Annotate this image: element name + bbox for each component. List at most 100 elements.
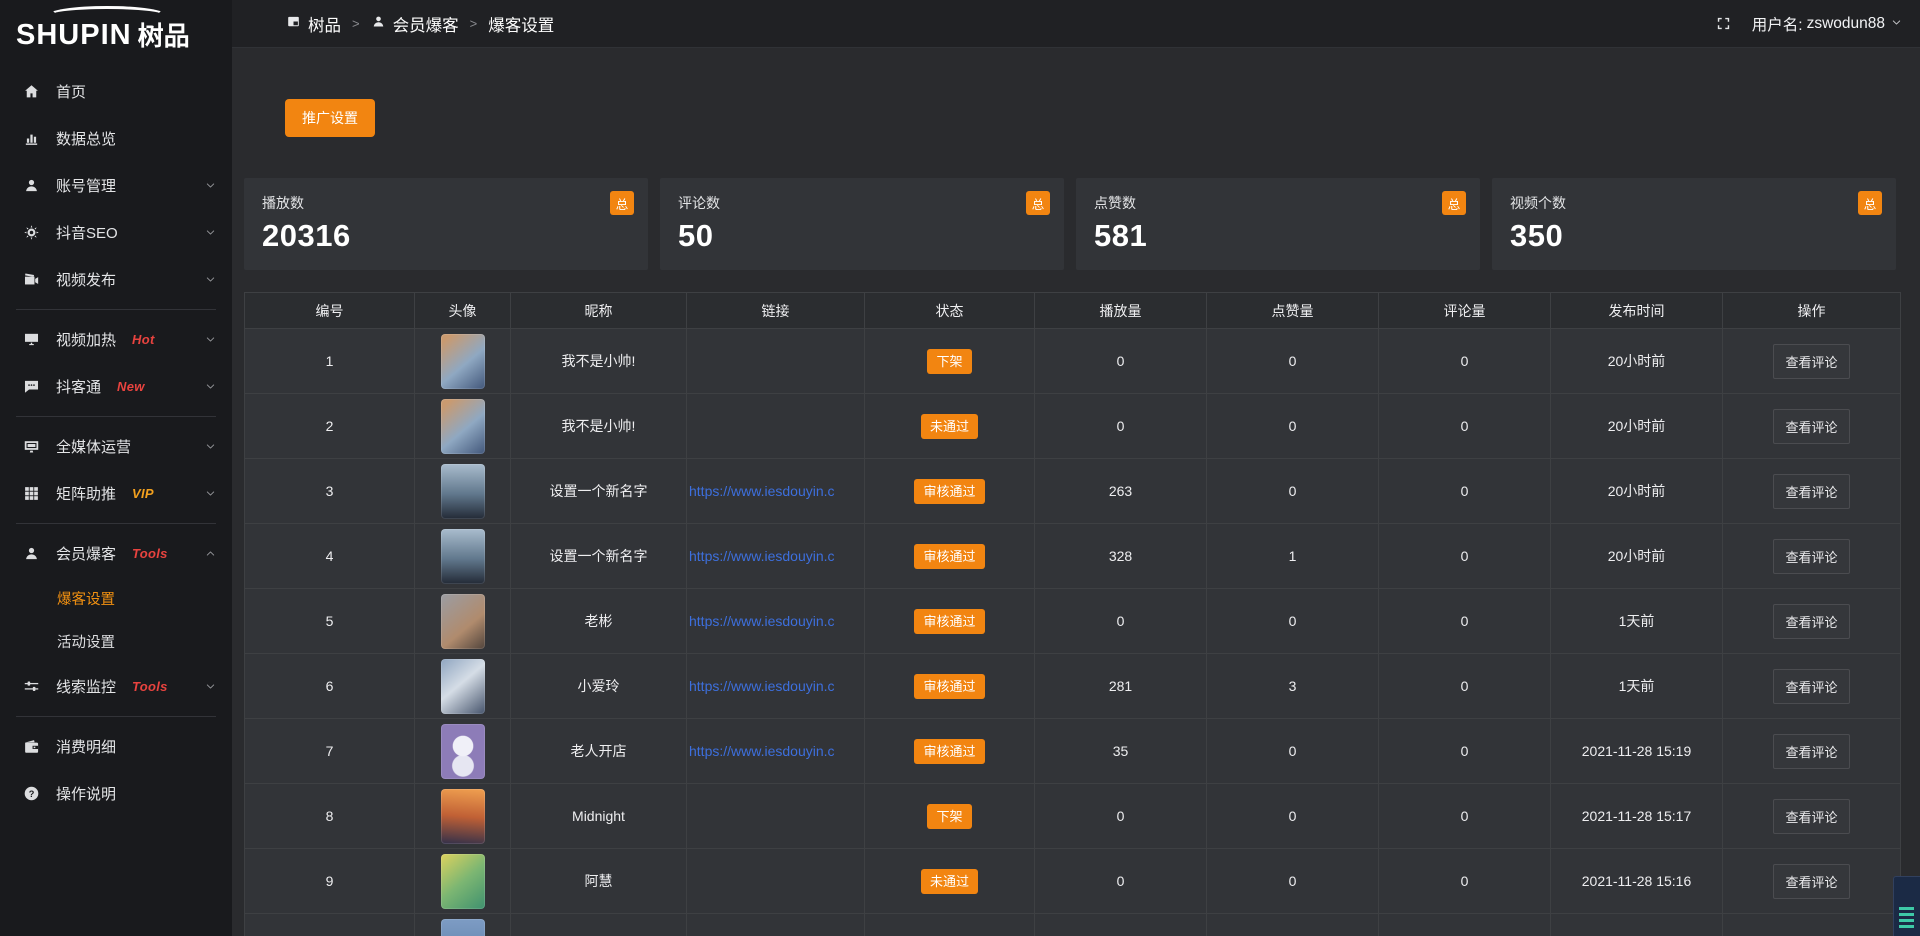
- video-icon: [22, 270, 41, 289]
- sidebar-item-抖音SEO[interactable]: 抖音SEO: [0, 209, 232, 256]
- breadcrumb-item-2[interactable]: 会员爆客: [371, 12, 459, 36]
- chevron-down-icon: [205, 681, 216, 692]
- sliders-icon: [22, 677, 41, 696]
- avatar: [441, 724, 485, 779]
- cell-comments: 0: [1379, 654, 1551, 719]
- sidebar-item-首页[interactable]: 首页: [0, 68, 232, 115]
- table-row: 9阿慧未通过0002021-11-28 15:16查看评论: [245, 849, 1901, 914]
- breadcrumb-label: 会员爆客: [393, 12, 459, 36]
- cell-status: 审核通过: [865, 654, 1035, 719]
- view-comments-button[interactable]: 查看评论: [1773, 734, 1849, 769]
- view-comments-button[interactable]: 查看评论: [1773, 409, 1849, 444]
- sidebar-item-矩阵助推[interactable]: 矩阵助推VIP: [0, 470, 232, 517]
- promo-settings-button[interactable]: 推广设置: [285, 99, 375, 137]
- status-badge: 审核通过: [914, 674, 984, 699]
- cell-publish-time: 2021-11-28 15:19: [1551, 719, 1723, 784]
- chevron-down-icon: [205, 441, 216, 452]
- video-link[interactable]: https://www.iesdouyin.c: [689, 743, 835, 759]
- sidebar-item-label: 抖音SEO: [56, 222, 118, 243]
- sidebar-item-会员爆客[interactable]: 会员爆客Tools: [0, 530, 232, 577]
- cell-status: [865, 914, 1035, 936]
- stat-card-点赞数: 点赞数581总: [1076, 178, 1480, 270]
- breadcrumb-item-3[interactable]: 爆客设置: [488, 12, 554, 36]
- stat-total-badge: 总: [610, 191, 634, 215]
- breadcrumb-separator: >: [470, 16, 478, 31]
- cell-actions: 查看评论: [1723, 784, 1901, 849]
- sidebar-item-账号管理[interactable]: 账号管理: [0, 162, 232, 209]
- sidebar-item-视频发布[interactable]: 视频发布: [0, 256, 232, 303]
- cell-actions: 查看评论: [1723, 654, 1901, 719]
- fullscreen-icon[interactable]: [1715, 15, 1732, 32]
- view-comments-button[interactable]: 查看评论: [1773, 344, 1849, 379]
- view-comments-button[interactable]: 查看评论: [1773, 604, 1849, 639]
- page-icon: [286, 14, 301, 34]
- cell-actions: 查看评论: [1723, 589, 1901, 654]
- chart-icon: [22, 129, 41, 148]
- sidebar-item-全媒体运营[interactable]: 全媒体运营: [0, 423, 232, 470]
- username-label: 用户名:: [1752, 13, 1803, 35]
- column-header-昵称: 昵称: [511, 293, 687, 329]
- cell-avatar: [415, 459, 511, 524]
- cell-likes: 0: [1207, 719, 1379, 784]
- video-link[interactable]: https://www.iesdouyin.c: [689, 548, 835, 564]
- sidebar-item-label: 消费明细: [56, 736, 116, 757]
- chevron-down-icon: [205, 227, 216, 238]
- column-header-编号: 编号: [245, 293, 415, 329]
- video-link[interactable]: https://www.iesdouyin.c: [689, 678, 835, 694]
- stat-total-badge: 总: [1442, 191, 1466, 215]
- cell-plays: 281: [1035, 654, 1207, 719]
- cell-link: [687, 849, 865, 914]
- user-menu[interactable]: 用户名: zswodun88: [1752, 13, 1902, 35]
- sidebar-item-label: 会员爆客: [56, 543, 116, 564]
- cell-id: 4: [245, 524, 415, 589]
- sidebar-subitem-活动设置[interactable]: 活动设置: [0, 620, 232, 663]
- view-comments-button[interactable]: 查看评论: [1773, 474, 1849, 509]
- breadcrumb: 树品>会员爆客>爆客设置: [286, 12, 554, 36]
- sidebar-divider: [16, 416, 216, 417]
- cell-publish-time: 20小时前: [1551, 394, 1723, 459]
- cell-id: 6: [245, 654, 415, 719]
- sidebar-item-线索监控[interactable]: 线索监控Tools: [0, 663, 232, 710]
- stat-card-评论数: 评论数50总: [660, 178, 1064, 270]
- cell-comments: 0: [1379, 394, 1551, 459]
- stat-card-播放数: 播放数20316总: [244, 178, 648, 270]
- cell-id: 8: [245, 784, 415, 849]
- sidebar-item-视频加热[interactable]: 视频加热Hot: [0, 316, 232, 363]
- sidebar-item-数据总览[interactable]: 数据总览: [0, 115, 232, 162]
- cell-avatar: [415, 394, 511, 459]
- sidebar-item-label: 矩阵助推: [56, 483, 116, 504]
- table-row: 6小爱玲https://www.iesdouyin.c审核通过281301天前查…: [245, 654, 1901, 719]
- cell-avatar: [415, 589, 511, 654]
- member-icon: [22, 544, 41, 563]
- sidebar-item-label: 视频加热: [56, 329, 116, 350]
- sidebar-item-操作说明[interactable]: ?操作说明: [0, 770, 232, 817]
- cell-likes: 0: [1207, 784, 1379, 849]
- cell-publish-time: 1天前: [1551, 654, 1723, 719]
- cell-comments: 0: [1379, 524, 1551, 589]
- stat-label: 评论数: [678, 193, 1046, 213]
- sidebar-subitem-爆客设置[interactable]: 爆客设置: [0, 577, 232, 620]
- view-comments-button[interactable]: 查看评论: [1773, 539, 1849, 574]
- video-link[interactable]: https://www.iesdouyin.c: [689, 483, 835, 499]
- stat-card-视频个数: 视频个数350总: [1492, 178, 1896, 270]
- view-comments-button[interactable]: 查看评论: [1773, 799, 1849, 834]
- cell-likes: 1: [1207, 524, 1379, 589]
- screen-icon: [22, 437, 41, 456]
- view-comments-button[interactable]: 查看评论: [1773, 864, 1849, 899]
- grid-icon: [22, 484, 41, 503]
- view-comments-button[interactable]: 查看评论: [1773, 669, 1849, 704]
- sidebar-item-消费明细[interactable]: 消费明细: [0, 723, 232, 770]
- app-logo[interactable]: SHUPIN 树品: [0, 0, 232, 58]
- floating-helper-widget[interactable]: [1893, 876, 1920, 936]
- cell-actions: 查看评论: [1723, 394, 1901, 459]
- username-value: zswodun88: [1807, 15, 1885, 33]
- cell-link: [687, 784, 865, 849]
- sidebar-item-抖客通[interactable]: 抖客通New: [0, 363, 232, 410]
- cell-id: 2: [245, 394, 415, 459]
- cell-likes: 0: [1207, 329, 1379, 394]
- breadcrumb-item-1[interactable]: 树品: [286, 12, 341, 36]
- status-badge: 下架: [927, 804, 971, 829]
- avatar: [441, 529, 485, 584]
- video-link[interactable]: https://www.iesdouyin.c: [689, 613, 835, 629]
- cell-nickname: 小爱玲: [511, 654, 687, 719]
